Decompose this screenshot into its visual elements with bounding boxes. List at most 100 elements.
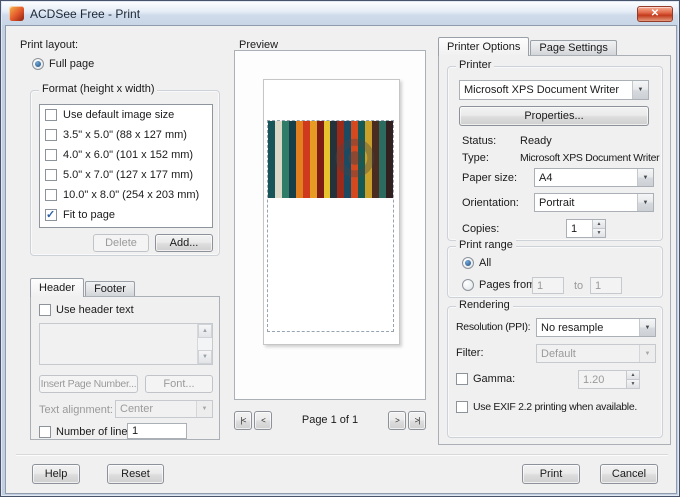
tab-page-settings[interactable]: Page Settings [530, 40, 617, 55]
format-option[interactable]: 4.0" x 6.0" (101 x 152 mm) [40, 145, 212, 165]
checkbox-icon[interactable] [45, 149, 57, 161]
checkbox-icon[interactable] [456, 401, 468, 413]
number-of-lines-checkbox[interactable]: Number of lines: [39, 426, 136, 438]
print-button-label: Print [539, 468, 563, 480]
image-stripe [295, 121, 303, 198]
help-button[interactable]: Help [32, 464, 80, 484]
format-option[interactable]: 3.5" x 5.0" (88 x 127 mm) [40, 125, 212, 145]
format-option[interactable]: Use default image size [40, 105, 212, 125]
checkbox-icon[interactable] [39, 304, 51, 316]
text-alignment-value: Center [120, 403, 154, 415]
pages-to-input: 1 [590, 277, 622, 294]
format-option[interactable]: 5.0" x 7.0" (127 x 177 mm) [40, 165, 212, 185]
textarea-scrollbar: ▲ ▼ [197, 324, 212, 364]
checkbox-icon[interactable] [45, 189, 57, 201]
status-value: Ready [520, 135, 552, 147]
chevron-down-icon: ▼ [639, 319, 655, 336]
reset-button-label: Reset [121, 468, 150, 480]
orientation-select[interactable]: Portrait ▼ [534, 193, 654, 212]
delete-button: Delete [93, 234, 149, 252]
tab-footer[interactable]: Footer [85, 281, 135, 296]
scroll-down-icon: ▼ [198, 350, 212, 364]
printer-select[interactable]: Microsoft XPS Document Writer ▼ [459, 80, 649, 100]
add-button-label: Add... [169, 237, 199, 249]
close-button[interactable]: ✕ [637, 5, 673, 22]
use-header-text-checkbox[interactable]: Use header text [39, 304, 134, 316]
delete-button-label: Delete [105, 237, 137, 249]
full-page-radio[interactable]: Full page [32, 58, 94, 70]
format-option-label: 5.0" x 7.0" (127 x 177 mm) [63, 169, 194, 181]
preview-panel [234, 50, 426, 400]
dialog-body: Print layout: Full page Format (height x… [5, 25, 677, 494]
orientation-label: Orientation: [462, 197, 519, 209]
all-pages-radio[interactable]: All [462, 257, 491, 269]
spin-up-icon[interactable]: ▲ [593, 220, 605, 229]
printer-tabs: Printer Options Page Settings [438, 36, 617, 56]
checkbox-icon[interactable] [456, 373, 468, 385]
print-button[interactable]: Print [522, 464, 580, 484]
format-option-label: Fit to page [63, 209, 115, 221]
tab-page-settings-label: Page Settings [539, 42, 608, 54]
number-of-lines-input[interactable]: 1 [127, 423, 187, 439]
spinner[interactable]: ▲ ▼ [592, 220, 605, 237]
image-stripe [309, 121, 317, 198]
image-stripe [302, 121, 310, 198]
gamma-checkbox[interactable]: Gamma: [456, 373, 515, 385]
resolution-label: Resolution (PPI): [456, 321, 531, 333]
gamma-input: 1.20 ▲ ▼ [578, 370, 640, 389]
type-value: Microsoft XPS Document Writer [520, 152, 660, 164]
tab-footer-label: Footer [94, 283, 126, 295]
image-stripe [385, 121, 393, 198]
format-option[interactable]: 10.0" x 8.0" (254 x 203 mm) [40, 185, 212, 205]
spin-down-icon[interactable]: ▼ [593, 229, 605, 237]
print-dialog: ACDSee Free - Print ✕ Print layout: Full… [0, 0, 680, 497]
first-page-button[interactable]: |< [234, 410, 252, 430]
checkbox-icon[interactable] [45, 169, 57, 181]
printer-group-title: Printer [456, 59, 495, 71]
checkbox-icon[interactable] [45, 129, 57, 141]
last-page-button[interactable]: >| [408, 410, 426, 430]
format-option[interactable]: Fit to page [40, 205, 212, 225]
next-page-button[interactable]: > [388, 410, 406, 430]
cancel-button[interactable]: Cancel [600, 464, 658, 484]
insert-page-number-button: Insert Page Number... [39, 375, 138, 393]
previous-page-button[interactable]: < [254, 410, 272, 430]
image-stripe [288, 121, 296, 198]
number-of-lines-label: Number of lines: [56, 426, 137, 438]
pages-to-value: 1 [595, 279, 602, 292]
image-stripe [268, 121, 275, 198]
spin-up-icon: ▲ [627, 371, 639, 380]
spin-down-icon: ▼ [627, 380, 639, 388]
image-watermark [329, 132, 381, 184]
status-label: Status: [462, 135, 497, 147]
exif-checkbox[interactable]: Use EXIF 2.2 printing when available. [456, 401, 637, 413]
tab-header[interactable]: Header [30, 278, 85, 297]
reset-button[interactable]: Reset [107, 464, 164, 484]
pages-from-label: Pages from: [479, 279, 539, 291]
radio-selected-icon[interactable] [462, 257, 474, 269]
image-stripe [316, 121, 324, 198]
copies-stepper[interactable]: 1 ▲ ▼ [566, 219, 606, 238]
use-header-text-label: Use header text [56, 304, 134, 316]
tab-printer-options[interactable]: Printer Options [438, 37, 530, 56]
checkbox-checked-icon[interactable] [45, 208, 57, 221]
add-button[interactable]: Add... [155, 234, 213, 252]
radio-icon[interactable] [462, 279, 474, 291]
last-page-icon: >| [414, 415, 421, 425]
exif-label: Use EXIF 2.2 printing when available. [473, 401, 637, 413]
properties-button[interactable]: Properties... [459, 106, 649, 126]
print-range-group: Print range All Pages from: 1 to 1 [447, 239, 663, 298]
checkbox-icon[interactable] [45, 109, 57, 121]
acdsee-app-icon [9, 6, 24, 21]
chevron-down-icon: ▼ [637, 194, 653, 211]
format-listbox[interactable]: Use default image size 3.5" x 5.0" (88 x… [39, 104, 213, 228]
paper-size-select[interactable]: A4 ▼ [534, 168, 654, 187]
first-page-icon: |< [240, 415, 247, 425]
resolution-select[interactable]: No resample ▼ [536, 318, 656, 337]
window-title: ACDSee Free - Print [30, 6, 141, 21]
full-page-label: Full page [49, 58, 95, 70]
radio-selected-icon[interactable] [32, 58, 44, 70]
pages-from-radio[interactable]: Pages from: [462, 279, 538, 291]
checkbox-icon[interactable] [39, 426, 51, 438]
format-option-label: Use default image size [63, 109, 175, 121]
